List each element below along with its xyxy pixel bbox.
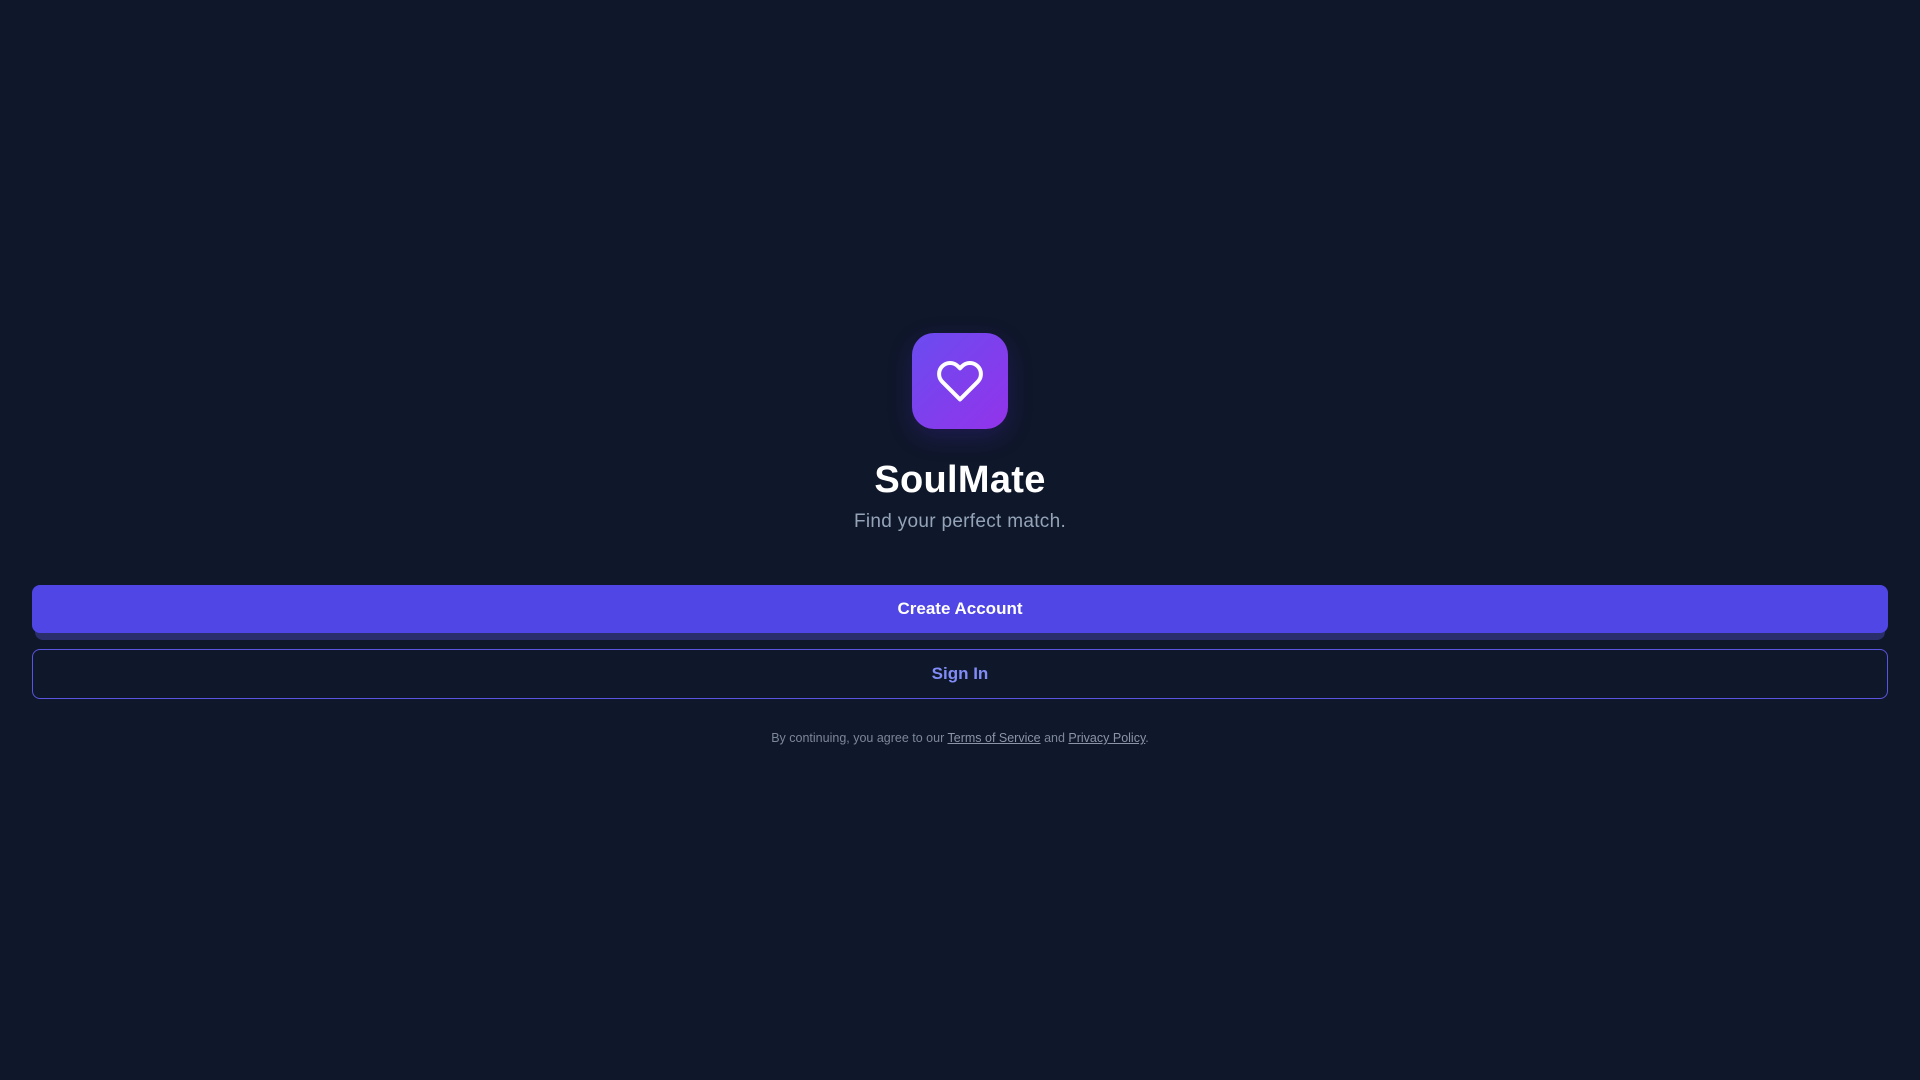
create-account-button[interactable]: Create Account [32, 585, 1888, 633]
app-title: SoulMate [874, 459, 1046, 501]
legal-conjunction: and [1040, 731, 1069, 745]
heart-icon [937, 361, 983, 402]
welcome-screen: SoulMate Find your perfect match. Create… [0, 0, 1920, 1080]
app-logo [912, 333, 1008, 429]
privacy-policy-link[interactable]: Privacy Policy [1068, 731, 1145, 745]
legal-notice: By continuing, you agree to our Terms of… [0, 729, 1920, 747]
legal-prefix: By continuing, you agree to our [771, 731, 948, 745]
terms-of-service-link[interactable]: Terms of Service [948, 731, 1041, 745]
sign-in-button[interactable]: Sign In [32, 649, 1888, 699]
app-tagline: Find your perfect match. [853, 511, 1067, 532]
legal-suffix: . [1145, 731, 1149, 745]
